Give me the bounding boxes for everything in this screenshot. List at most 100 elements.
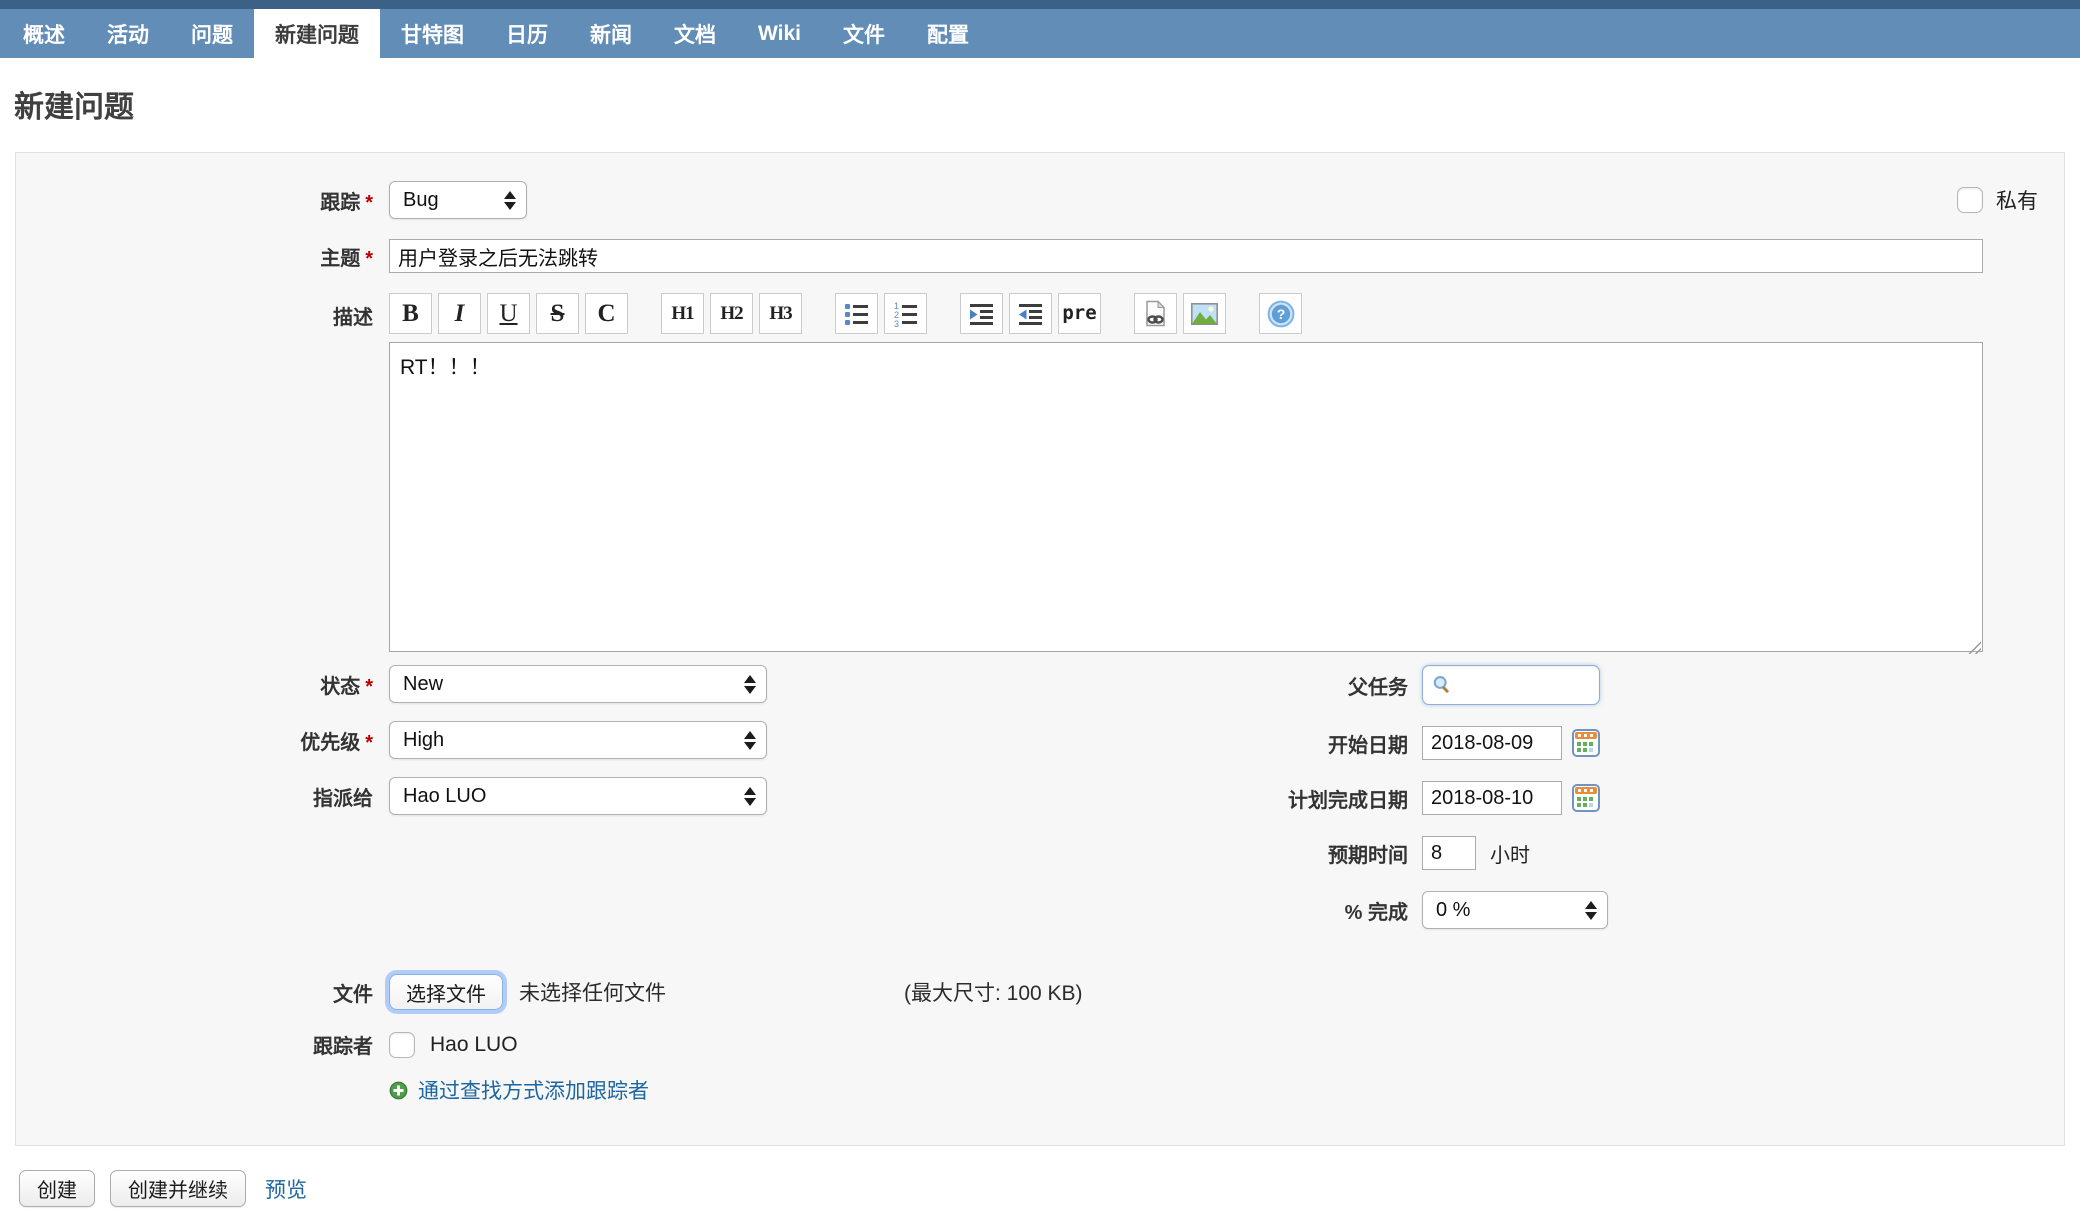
add-watcher-link[interactable]: 通过查找方式添加跟踪者	[418, 1075, 649, 1105]
ordered-list-button[interactable]: 123	[884, 293, 927, 334]
estimated-hours-label-text: 预期时间	[1328, 844, 1408, 867]
nav-tab-8[interactable]: 文档	[653, 9, 737, 58]
nav-tab-5[interactable]: 甘特图	[380, 9, 485, 58]
assignee-value: Hao LUO	[403, 784, 487, 807]
indent-increase-button[interactable]	[960, 293, 1003, 334]
wiki-link-icon	[1146, 300, 1166, 327]
form-actions: 创建 创建并继续 预览	[19, 1170, 2080, 1207]
select-arrows-icon	[744, 674, 756, 694]
nav-tab-7[interactable]: 新闻	[569, 9, 653, 58]
done-ratio-label: % 完成	[1040, 896, 1408, 925]
tracker-row: 跟踪 * Bug 私有	[16, 181, 2064, 219]
project-menu: 概述 活动 问题 新建问题 甘特图 日历 新闻 文档 Wiki 文件 配置	[0, 0, 2080, 58]
create-and-continue-button[interactable]: 创建并继续	[110, 1170, 246, 1207]
done-ratio-select[interactable]: 0 %	[1422, 891, 1608, 929]
bold-button[interactable]: B	[389, 293, 432, 334]
preview-link[interactable]: 预览	[265, 1174, 307, 1204]
start-date-row: 开始日期	[1040, 726, 2064, 760]
nav-tab-4[interactable]: 新建问题	[254, 9, 380, 58]
watchers-row: 跟踪者 Hao LUO	[16, 1030, 2064, 1059]
unordered-list-button[interactable]	[835, 293, 878, 334]
due-date-label-text: 计划完成日期	[1288, 789, 1408, 812]
heading-3-button[interactable]: H3	[759, 293, 802, 334]
assignee-row: 指派给 Hao LUO	[16, 777, 1040, 815]
nav-tab-11[interactable]: 配置	[906, 9, 990, 58]
tracker-select[interactable]: Bug	[389, 181, 527, 219]
nav-tab-3[interactable]: 问题	[170, 9, 254, 58]
description-row: 描述 B I U S C H1 H2 H3 1 2 3 pre? RT！！！	[16, 293, 2064, 657]
heading-2-button[interactable]: H2	[710, 293, 753, 334]
nav-tab-9[interactable]: Wiki	[737, 9, 822, 58]
nav-tab-10[interactable]: 文件	[822, 9, 906, 58]
priority-select[interactable]: High	[389, 721, 767, 759]
underline-icon: U	[499, 300, 518, 327]
start-date-input[interactable]	[1422, 726, 1562, 760]
priority-label: 优先级 *	[16, 726, 373, 755]
code-icon: C	[597, 300, 616, 327]
parent-task-row: 父任务	[1040, 665, 2064, 705]
required-mark: *	[365, 191, 373, 214]
create-button[interactable]: 创建	[19, 1170, 95, 1207]
watcher-option-1: Hao LUO	[389, 1031, 518, 1058]
due-date-input[interactable]	[1422, 781, 1562, 815]
page-title: 新建问题	[14, 91, 134, 124]
hours-unit-label: 小时	[1490, 844, 1530, 867]
required-mark: *	[365, 675, 373, 698]
watcher-options: Hao LUO	[389, 1031, 518, 1058]
image-icon	[1191, 302, 1218, 325]
wiki-toolbar: B I U S C H1 H2 H3 1 2 3 pre?	[389, 293, 1983, 334]
strikethrough-button[interactable]: S	[536, 293, 579, 334]
nav-tab-2[interactable]: 活动	[86, 9, 170, 58]
subject-label-text: 主题	[320, 247, 361, 270]
help-button[interactable]: ?	[1259, 293, 1302, 334]
indent-decrease-button[interactable]	[1009, 293, 1052, 334]
bold-icon: B	[402, 300, 419, 327]
status-select[interactable]: New	[389, 665, 767, 703]
wiki-editor: B I U S C H1 H2 H3 1 2 3 pre? RT！！！	[389, 293, 1983, 657]
status-label-text: 状态	[320, 675, 361, 698]
estimated-hours-input[interactable]	[1422, 836, 1476, 870]
wiki-link-button[interactable]	[1134, 293, 1177, 334]
subject-input[interactable]	[389, 239, 1983, 273]
underline-button[interactable]: U	[487, 293, 530, 334]
private-checkbox[interactable]	[1957, 187, 1983, 213]
heading-2-icon: H2	[720, 303, 743, 324]
status-value: New	[403, 672, 444, 695]
italic-button[interactable]: I	[438, 293, 481, 334]
description-label-text: 描述	[333, 307, 373, 329]
select-arrows-icon	[1585, 900, 1597, 920]
required-mark: *	[365, 731, 373, 754]
subject-label: 主题 *	[16, 242, 373, 271]
description-textarea[interactable]: RT！！！	[389, 342, 1983, 652]
files-label: 文件	[16, 978, 373, 1007]
attributes-right-column: 父任务 开始日期 2018-08-09 计划完成日期 2018-08-10 预期…	[1040, 665, 2064, 950]
assignee-label-text: 指派给	[313, 787, 373, 810]
preformatted-button[interactable]: pre	[1058, 293, 1101, 334]
code-button[interactable]: C	[585, 293, 628, 334]
heading-1-button[interactable]: H1	[661, 293, 704, 334]
parent-task-label: 父任务	[1040, 671, 1408, 700]
parent-task-input[interactable]	[1456, 672, 1591, 698]
description-label: 描述	[16, 301, 373, 330]
due-date-row: 计划完成日期	[1040, 781, 2064, 815]
priority-value: High	[403, 728, 445, 751]
start-date-calendar-button[interactable]	[1572, 729, 1600, 757]
assignee-select[interactable]: Hao LUO	[389, 777, 767, 815]
done-ratio-label-text: % 完成	[1344, 901, 1408, 924]
choose-file-button[interactable]: 选择文件	[389, 974, 503, 1010]
nav-tab-6[interactable]: 日历	[485, 9, 569, 58]
priority-label-text: 优先级	[300, 731, 361, 754]
nav-tab-1[interactable]: 概述	[2, 9, 86, 58]
private-label: 私有	[1996, 190, 2038, 213]
nav-tabs: 概述 活动 问题 新建问题 甘特图 日历 新闻 文档 Wiki 文件 配置	[2, 9, 990, 58]
add-watcher: 通过查找方式添加跟踪者	[389, 1075, 649, 1105]
due-date-calendar-button[interactable]	[1572, 784, 1600, 812]
search-icon	[1433, 676, 1449, 693]
done-ratio-value: 0 %	[1436, 898, 1471, 921]
priority-row: 优先级 * High	[16, 721, 1040, 759]
issue-form: 跟踪* Bug 私有 主题* 描述 BIUSCH1H2H3123pre? RT！…	[15, 152, 2065, 1146]
ordered-list-icon: 123	[894, 301, 917, 327]
watcher-checkbox[interactable]	[389, 1031, 415, 1058]
image-button[interactable]	[1183, 293, 1226, 334]
description-textarea-wrap: RT！！！	[389, 342, 1983, 657]
